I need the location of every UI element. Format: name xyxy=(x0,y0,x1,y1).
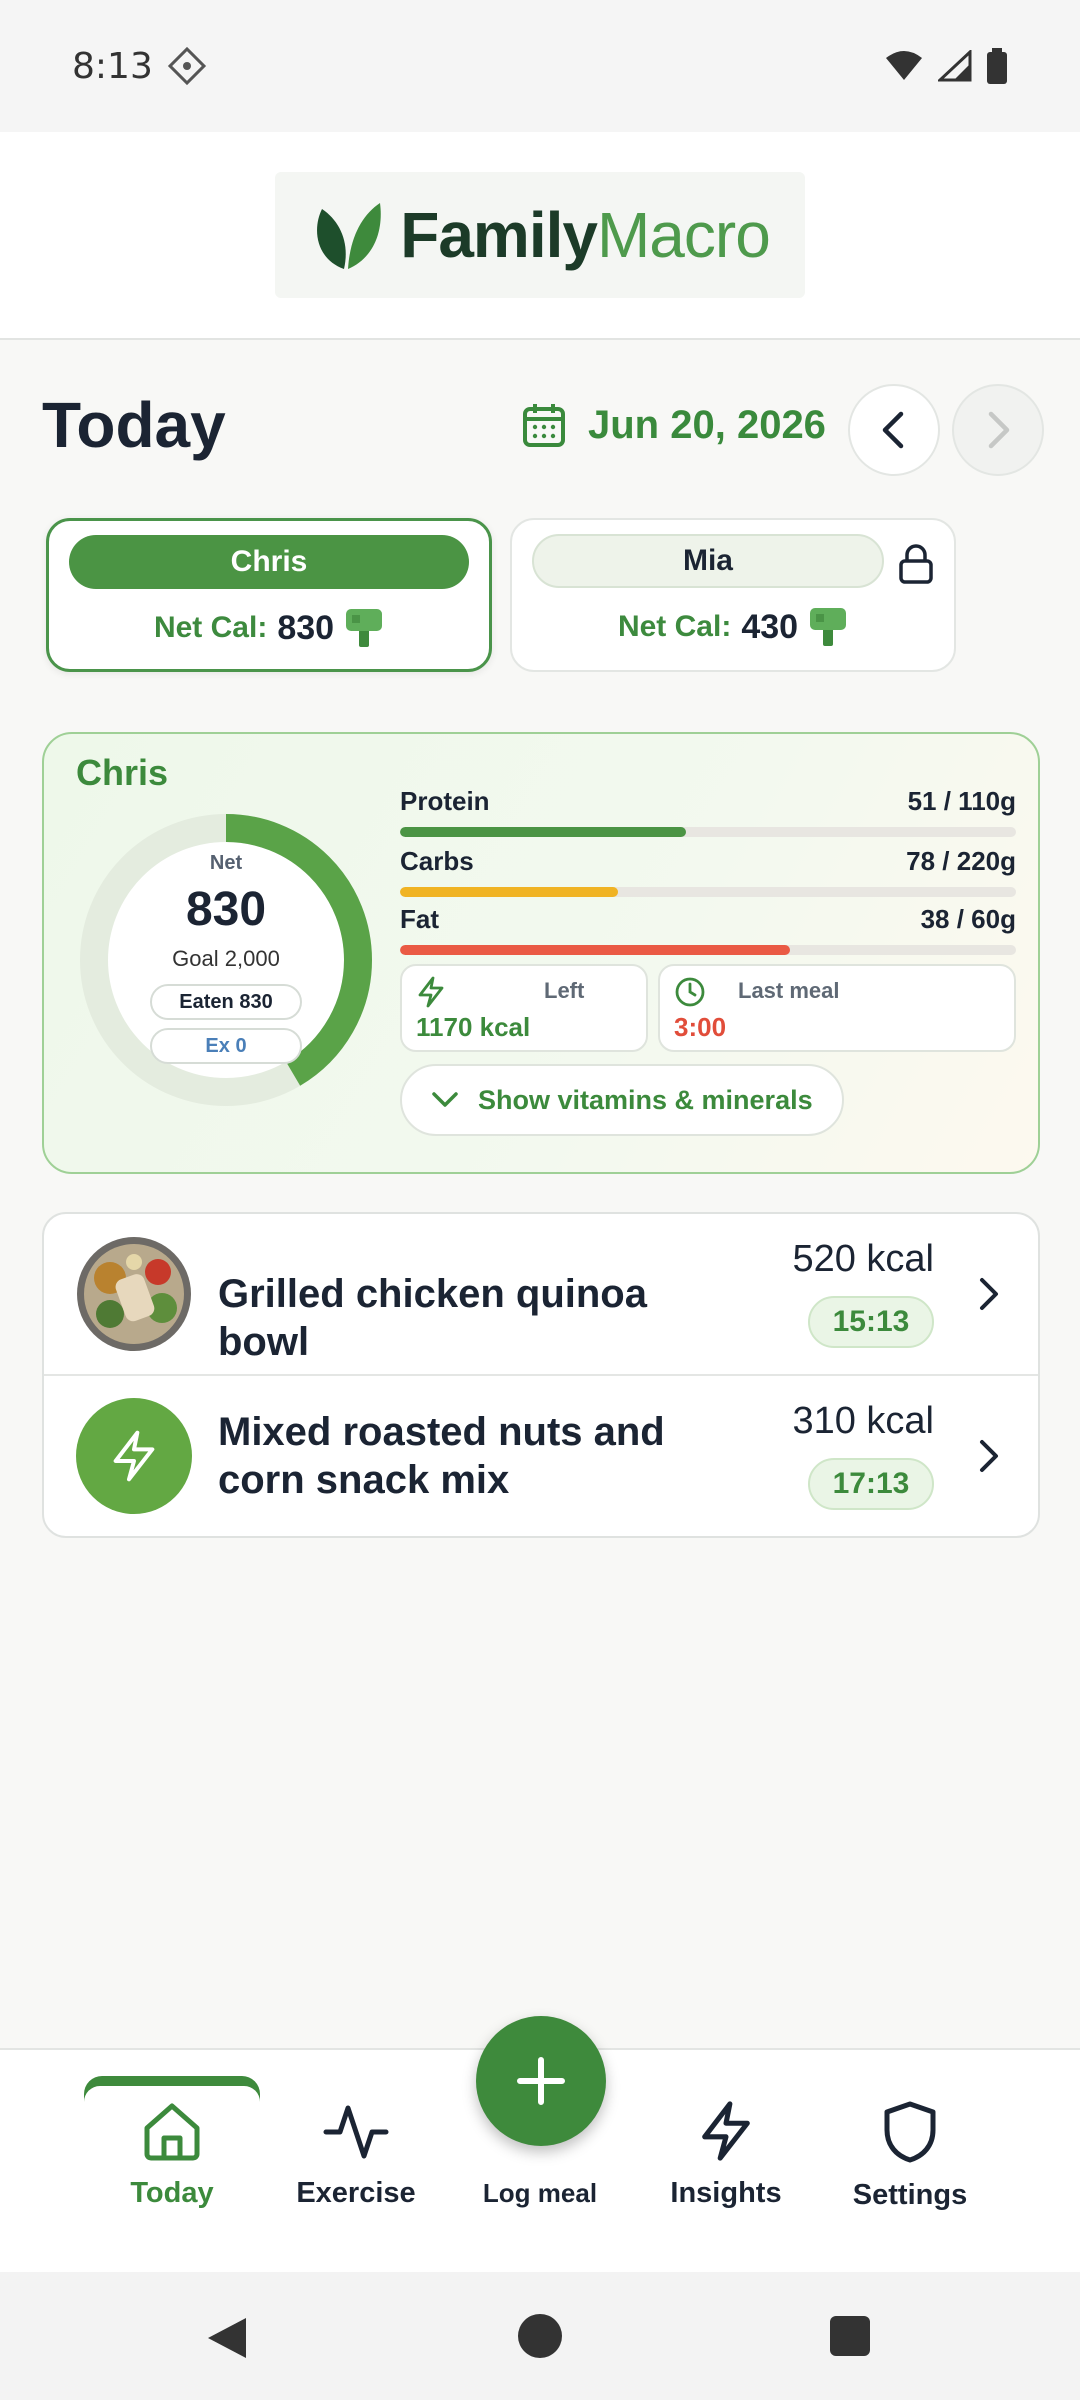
home-icon xyxy=(144,2103,200,2161)
meal-calories: 310 kcal xyxy=(792,1400,934,1442)
net-cal-value: 430 xyxy=(741,607,799,646)
ring-net-label: Net xyxy=(209,852,243,874)
current-date: Jun 20, 2026 xyxy=(588,402,826,447)
system-navigation-bar xyxy=(0,2272,1080,2400)
chevron-down-icon xyxy=(432,1092,458,1107)
calories-left-label: Left xyxy=(544,978,585,1003)
lightning-icon xyxy=(702,2101,750,2161)
meal-name: Grilled chicken quinoa bowl xyxy=(218,1272,647,1364)
app-logo: FamilyMacro xyxy=(275,172,805,298)
leaf-logo-icon xyxy=(317,203,381,269)
home-button-icon[interactable] xyxy=(518,2314,562,2358)
broccoli-icon xyxy=(346,609,383,647)
meal-calories: 520 kcal xyxy=(792,1238,934,1280)
macro-label: Carbs xyxy=(400,846,474,876)
nav-exercise[interactable]: Exercise xyxy=(266,2100,446,2210)
show-vitamins-button[interactable]: Show vitamins & minerals xyxy=(400,1064,844,1136)
person-name: Mia xyxy=(532,534,884,588)
page-title: Today xyxy=(42,389,226,461)
chevron-left-icon xyxy=(882,411,904,449)
nav-settings-label: Settings xyxy=(852,2179,968,2211)
macro-label: Fat xyxy=(400,904,439,934)
macro-value: 38 / 60g xyxy=(920,904,1016,934)
clock-icon xyxy=(675,977,705,1007)
app-header: FamilyMacro xyxy=(0,132,1080,340)
meal-photo-placeholder xyxy=(76,1398,192,1514)
person-name: Chris xyxy=(69,535,469,589)
next-day-button[interactable] xyxy=(952,384,1044,476)
log-meal-label: Log meal xyxy=(482,2178,598,2208)
exercise-badge: Ex 0 xyxy=(150,1028,302,1064)
meal-time-badge: 15:13 xyxy=(808,1296,934,1348)
nav-today[interactable]: Today xyxy=(82,2100,262,2210)
plus-icon xyxy=(517,2057,565,2105)
nfc-icon xyxy=(167,46,206,86)
net-cal-label: Net Cal: xyxy=(153,611,268,644)
chevron-right-icon xyxy=(980,1440,998,1472)
status-time: 8:13 xyxy=(72,45,153,87)
nav-insights-label: Insights xyxy=(670,2177,782,2209)
meal-name: Mixed roasted nuts and corn snack mix xyxy=(218,1410,665,1502)
ring-goal: Goal 2,000 xyxy=(172,946,280,971)
macro-progress-bar xyxy=(400,887,1016,897)
date-picker[interactable]: Jun 20, 2026 xyxy=(522,402,826,448)
nav-exercise-label: Exercise xyxy=(296,2177,416,2209)
macro-value: 51 / 110g xyxy=(907,786,1016,816)
eaten-badge: Eaten 830 xyxy=(150,984,302,1020)
logo-text-macro: Macro xyxy=(596,199,771,271)
ring-net-value: 830 xyxy=(185,883,267,936)
last-meal-card: Last meal 3:00 xyxy=(658,964,1016,1052)
macro-fat: Fat 38 / 60g xyxy=(400,904,1016,955)
calories-left-card: Left 1170 kcal xyxy=(400,964,648,1052)
macro-progress-fill xyxy=(400,827,686,837)
show-vitamins-label: Show vitamins & minerals xyxy=(478,1084,813,1115)
back-icon[interactable] xyxy=(204,2314,250,2362)
ring-center: Net 830 Goal 2,000 Eaten 830 Ex 0 xyxy=(78,812,374,1108)
nav-today-label: Today xyxy=(130,2177,214,2209)
macro-label: Protein xyxy=(400,786,490,816)
logo-text-family: Family xyxy=(400,199,598,271)
net-cal-label: Net Cal: xyxy=(617,610,732,643)
nav-insights[interactable]: Insights xyxy=(636,2100,816,2210)
person-tab-chris[interactable]: Chris Net Cal: 830 xyxy=(46,518,492,672)
shield-icon xyxy=(884,2101,936,2163)
previous-day-button[interactable] xyxy=(848,384,940,476)
wifi-icon xyxy=(886,51,922,80)
recents-icon[interactable] xyxy=(830,2316,870,2356)
status-bar: 8:13 xyxy=(0,0,1080,132)
broccoli-icon xyxy=(810,608,847,646)
meal-item[interactable]: Mixed roasted nuts and corn snack mix 31… xyxy=(44,1376,1038,1536)
macro-progress-fill xyxy=(400,945,791,955)
net-cal-value: 830 xyxy=(277,608,335,647)
meal-list: Grilled chicken quinoa bowl 520 kcal 15:… xyxy=(42,1212,1040,1538)
macro-progress-bar xyxy=(400,945,1016,955)
lightning-icon xyxy=(418,976,444,1008)
macro-protein: Protein 51 / 110g xyxy=(400,786,1016,837)
battery-icon xyxy=(987,48,1007,84)
daily-summary-card: Chris Net 830 Goal 2,000 Eaten 830 Ex 0 … xyxy=(42,732,1040,1174)
lock-icon xyxy=(899,544,933,584)
summary-person-name: Chris xyxy=(76,752,169,793)
last-meal-label: Last meal xyxy=(738,978,840,1003)
meal-item[interactable]: Grilled chicken quinoa bowl 520 kcal 15:… xyxy=(44,1214,1038,1376)
macro-value: 78 / 220g xyxy=(906,846,1016,876)
person-tab-mia[interactable]: Mia Net Cal: 430 xyxy=(510,518,956,672)
lightning-icon xyxy=(113,1430,155,1482)
activity-icon xyxy=(323,2105,389,2159)
last-meal-value: 3:00 xyxy=(674,1012,727,1042)
calories-left-value: 1170 kcal xyxy=(416,1012,531,1042)
meal-time-badge: 17:13 xyxy=(808,1458,934,1510)
meal-photo xyxy=(77,1237,191,1351)
nav-settings[interactable]: Settings xyxy=(820,2100,1000,2212)
log-meal-button[interactable] xyxy=(476,2016,606,2146)
macro-progress-bar xyxy=(400,827,1016,837)
macro-carbs: Carbs 78 / 220g xyxy=(400,846,1016,897)
macro-progress-fill xyxy=(400,887,619,897)
calendar-icon xyxy=(523,404,565,447)
chevron-right-icon xyxy=(980,1278,998,1310)
signal-icon xyxy=(938,50,972,82)
chevron-right-icon xyxy=(988,411,1010,449)
